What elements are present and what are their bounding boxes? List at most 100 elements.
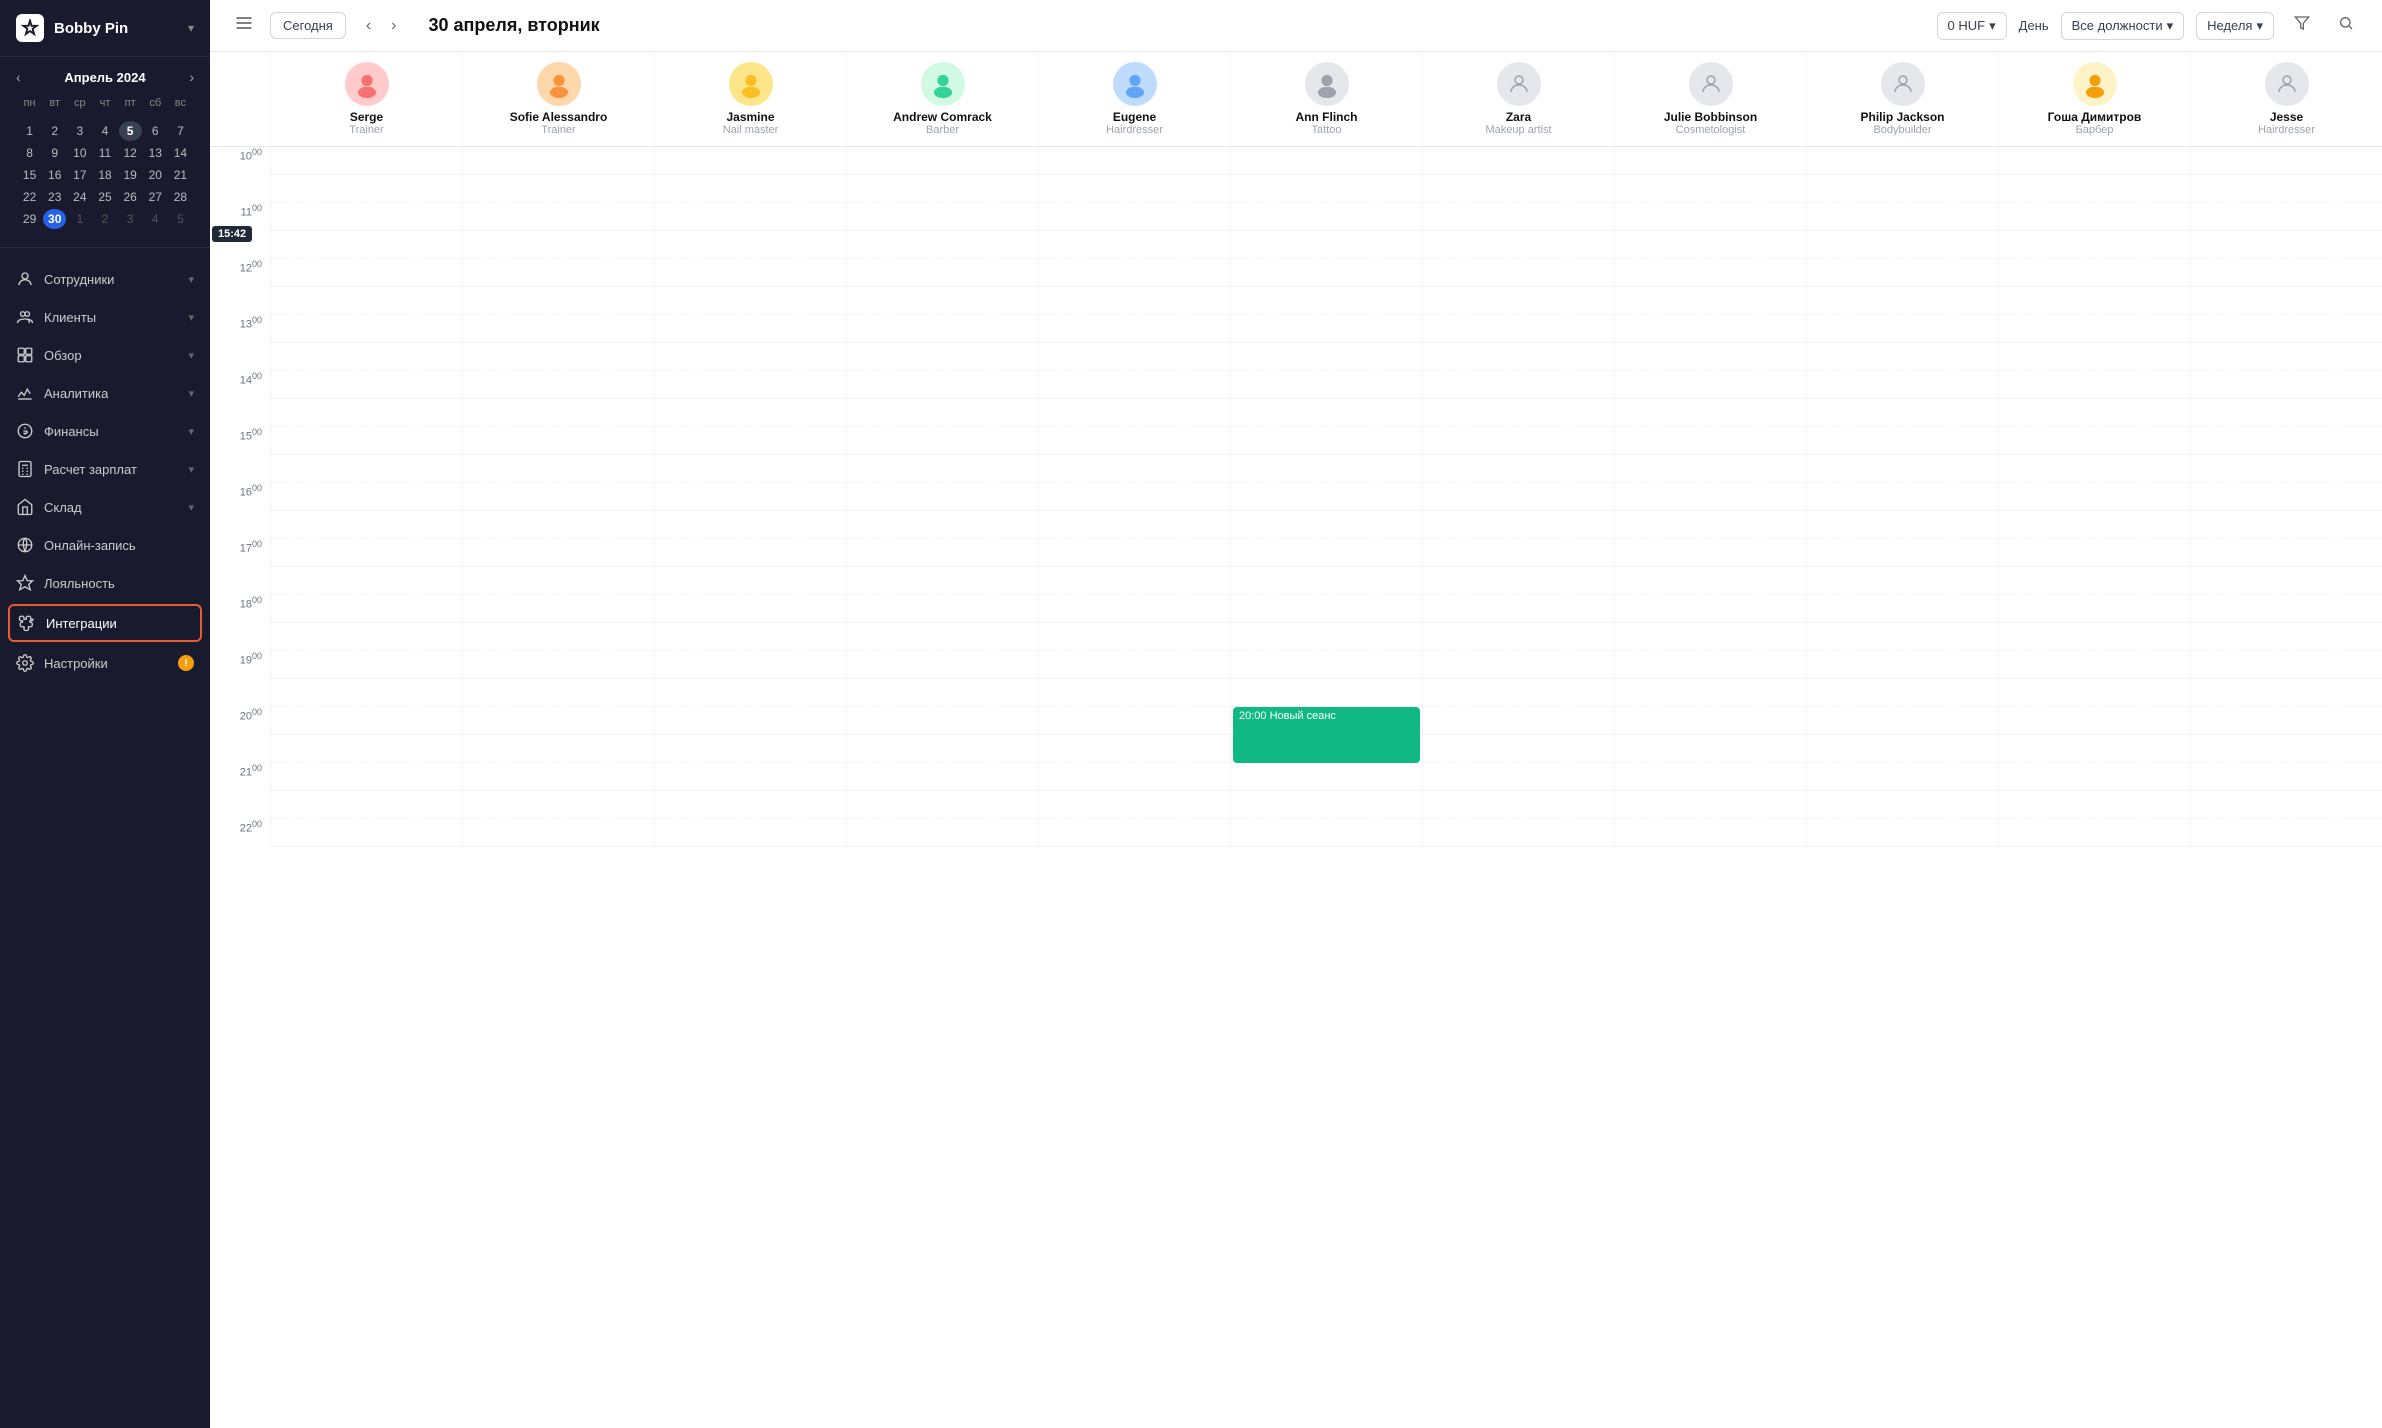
calendar-day[interactable]: 15 — [18, 165, 41, 185]
time-cell[interactable] — [1999, 427, 2190, 455]
time-cell[interactable] — [1039, 455, 1230, 483]
time-cell[interactable] — [271, 315, 462, 343]
time-cell[interactable] — [463, 175, 654, 203]
time-cell[interactable] — [655, 427, 846, 455]
calendar-day[interactable]: 16 — [43, 165, 66, 185]
time-cell[interactable] — [1039, 707, 1230, 735]
time-cell[interactable] — [1615, 399, 1806, 427]
time-cell[interactable] — [1231, 343, 1422, 371]
time-cell[interactable] — [463, 371, 654, 399]
time-cell[interactable] — [1999, 371, 2190, 399]
calendar-next-btn[interactable]: › — [189, 69, 194, 85]
time-cell[interactable] — [271, 763, 462, 791]
time-cell[interactable] — [1231, 511, 1422, 539]
grid-col-philip[interactable] — [1806, 147, 1998, 847]
time-cell[interactable] — [271, 231, 462, 259]
time-cell[interactable] — [1999, 399, 2190, 427]
time-cell[interactable] — [1231, 483, 1422, 511]
time-cell[interactable] — [1999, 147, 2190, 175]
time-cell[interactable] — [847, 735, 1038, 763]
time-cell[interactable] — [463, 455, 654, 483]
time-cell[interactable] — [1039, 595, 1230, 623]
time-cell[interactable] — [2191, 175, 2382, 203]
time-cell[interactable] — [463, 679, 654, 707]
calendar-day[interactable] — [43, 113, 66, 119]
time-cell[interactable] — [1423, 763, 1614, 791]
calendar-day[interactable]: 22 — [18, 187, 41, 207]
calendar-day[interactable]: 3 — [119, 209, 142, 229]
time-cell[interactable] — [1039, 511, 1230, 539]
time-cell[interactable] — [1039, 315, 1230, 343]
calendar-day[interactable] — [144, 113, 167, 119]
time-cell[interactable] — [1807, 595, 1998, 623]
calendar-day[interactable]: 6 — [144, 121, 167, 141]
time-cell[interactable] — [655, 567, 846, 595]
calendar-day[interactable]: 26 — [119, 187, 142, 207]
time-cell[interactable] — [463, 147, 654, 175]
time-cell[interactable] — [1999, 679, 2190, 707]
time-cell[interactable] — [463, 707, 654, 735]
time-cell[interactable] — [847, 511, 1038, 539]
calendar-day[interactable]: 25 — [93, 187, 116, 207]
grid-col-julie[interactable] — [1614, 147, 1806, 847]
event-block[interactable]: 20:00 Новый сеанс — [1233, 707, 1420, 763]
time-cell[interactable] — [1231, 371, 1422, 399]
time-cell[interactable] — [1231, 567, 1422, 595]
sidebar-item-finance[interactable]: Финансы ▾ — [0, 412, 210, 450]
calendar-day[interactable]: 18 — [93, 165, 116, 185]
time-cell[interactable] — [1423, 371, 1614, 399]
time-cell[interactable] — [1423, 623, 1614, 651]
time-cell[interactable] — [1231, 231, 1422, 259]
time-cell[interactable] — [1423, 707, 1614, 735]
time-cell[interactable] — [655, 595, 846, 623]
calendar-day[interactable]: 19 — [119, 165, 142, 185]
time-cell[interactable] — [847, 455, 1038, 483]
time-cell[interactable] — [1423, 539, 1614, 567]
time-cell[interactable] — [1615, 791, 1806, 819]
time-cell[interactable] — [847, 175, 1038, 203]
time-cell[interactable] — [1999, 203, 2190, 231]
sidebar-item-integrations[interactable]: Интеграции — [8, 604, 202, 642]
time-cell[interactable] — [847, 231, 1038, 259]
time-cell[interactable] — [1423, 511, 1614, 539]
time-cell[interactable] — [655, 819, 846, 847]
time-cell[interactable] — [1039, 203, 1230, 231]
time-cell[interactable] — [655, 399, 846, 427]
grid-col-sofie[interactable] — [462, 147, 654, 847]
time-cell[interactable] — [271, 679, 462, 707]
currency-dropdown[interactable]: 0 HUF ▾ — [1937, 12, 2007, 40]
calendar-day[interactable]: 3 — [68, 121, 91, 141]
calendar-day[interactable] — [18, 113, 41, 119]
time-cell[interactable] — [1615, 707, 1806, 735]
time-cell[interactable] — [2191, 763, 2382, 791]
time-cell[interactable] — [1999, 567, 2190, 595]
time-cell[interactable] — [271, 511, 462, 539]
time-cell[interactable] — [655, 343, 846, 371]
time-cell[interactable] — [271, 819, 462, 847]
time-cell[interactable] — [1231, 623, 1422, 651]
calendar-day[interactable]: 29 — [18, 209, 41, 229]
time-cell[interactable] — [1807, 175, 1998, 203]
time-cell[interactable] — [655, 147, 846, 175]
time-cell[interactable] — [1615, 259, 1806, 287]
time-cell[interactable] — [847, 203, 1038, 231]
grid-col-serge[interactable] — [270, 147, 462, 847]
time-cell[interactable] — [463, 511, 654, 539]
time-cell[interactable] — [1039, 231, 1230, 259]
time-cell[interactable] — [1807, 735, 1998, 763]
calendar-day[interactable] — [169, 113, 192, 119]
time-cell[interactable] — [1999, 791, 2190, 819]
time-cell[interactable] — [1423, 175, 1614, 203]
sidebar-item-employees[interactable]: Сотрудники ▾ — [0, 260, 210, 298]
time-cell[interactable] — [1423, 399, 1614, 427]
time-cell[interactable] — [1999, 623, 2190, 651]
time-cell[interactable] — [271, 707, 462, 735]
time-cell[interactable] — [271, 651, 462, 679]
time-cell[interactable] — [271, 147, 462, 175]
time-cell[interactable] — [1807, 455, 1998, 483]
time-cell[interactable] — [1807, 623, 1998, 651]
time-cell[interactable] — [1039, 679, 1230, 707]
time-cell[interactable] — [463, 791, 654, 819]
time-cell[interactable] — [1999, 287, 2190, 315]
time-cell[interactable] — [1231, 287, 1422, 315]
